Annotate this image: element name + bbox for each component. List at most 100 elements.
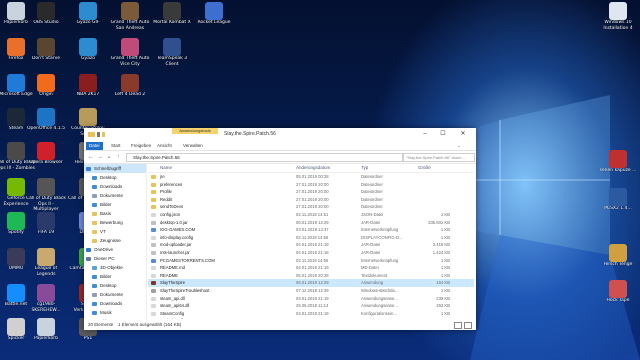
forward-arrow-icon[interactable]: → (96, 153, 104, 161)
nav-item[interactable]: Zeugnisse (84, 236, 146, 245)
desktop-shortcut[interactable]: Papierkorb (26, 318, 66, 352)
shortcut-label: Hirsch Tenge (603, 262, 633, 267)
large-icons-view-icon[interactable] (464, 322, 472, 329)
back-arrow-icon[interactable]: ← (87, 153, 95, 161)
file-icon (151, 273, 156, 278)
close-button[interactable]: ✕ (456, 130, 470, 139)
column-date[interactable]: Änderungsdatum (296, 164, 330, 172)
file-row[interactable]: config.json 02.11.2018 14:51 JSON-Datei 1 K… (148, 211, 474, 219)
tab-ansicht[interactable]: Ansicht (154, 142, 175, 150)
nav-item[interactable]: Downloads (84, 299, 146, 308)
nav-item[interactable]: Musik (84, 308, 146, 317)
nav-item[interactable]: Basis (84, 209, 146, 218)
quick-access-toolbar[interactable] (88, 131, 108, 138)
nav-item[interactable]: Dieser PC (84, 254, 146, 263)
desktop-shortcut[interactable]: Grand Theft Auto Vice City (110, 38, 150, 72)
file-row[interactable]: desktop-1.0.jar 06.01.2019 12:29 JAR-Datei… (148, 219, 474, 227)
desktop-shortcut[interactable]: OBS Studio (26, 2, 66, 36)
desktop-shortcut[interactable]: Mortal Kombat X (152, 2, 192, 36)
desktop-shortcut[interactable]: Hirsch Tenge (598, 244, 638, 278)
desktop-shortcut[interactable]: PCSX2 1.4... (598, 188, 638, 222)
desktop-shortcut[interactable]: Rocket League (194, 2, 234, 36)
nav-item[interactable]: Dokumente (84, 191, 146, 200)
column-headers: Name Änderungsdatum Typ Größe (148, 164, 474, 173)
ribbon-expand-icon[interactable]: ⌄ (454, 142, 464, 150)
nav-item[interactable]: OneDrive (84, 245, 146, 254)
nav-item[interactable]: Bilder (84, 200, 146, 209)
nav-item[interactable]: Schnellzugriff (84, 164, 146, 173)
desktop-shortcut[interactable]: OpenOffice 4.1.5 (26, 108, 66, 142)
file-size: 1 KB (441, 317, 450, 319)
details-view-icon[interactable] (454, 322, 462, 329)
file-row[interactable]: Reddit 27.01.2019 20:00 Dateiordner (148, 196, 474, 204)
file-row[interactable]: IGG-GAMES.COM 03.01.2019 14:37 Internetver… (148, 226, 474, 234)
desktop-shortcut[interactable]: FIFA 19 (26, 212, 66, 246)
shortcut-label: League of Legends (34, 266, 58, 277)
file-row[interactable]: steam_api.dll 04.01.2019 21:19 Anwendungse… (148, 295, 474, 303)
desktop-shortcut[interactable]: senen kapuze ... (598, 150, 638, 184)
desktop-shortcut[interactable]: Windows 10 Installation 4 (598, 2, 638, 36)
nav-item[interactable]: 3D-Objekte (84, 263, 146, 272)
up-arrow-icon[interactable]: ↑ (114, 153, 122, 161)
nav-item[interactable]: Bilder (84, 272, 146, 281)
file-size: 3.416 KB (432, 242, 450, 248)
desktop-shortcut[interactable]: cg1980-SKEREHEW... (26, 284, 66, 318)
nav-item[interactable]: Downloads (84, 182, 146, 191)
file-row[interactable]: SlayTheSpire 06.01.2019 12:29 Anwendung 164… (148, 279, 474, 287)
nav-item[interactable]: Dokumente (84, 290, 146, 299)
file-row[interactable]: PCGAMESTORRENTS.COM 02.11.2018 14:55 Inter… (148, 257, 474, 265)
recent-locations-icon[interactable]: ⌄ (105, 153, 113, 161)
desktop-shortcut[interactable]: Gyazo (68, 38, 108, 72)
desktop-shortcut[interactable]: Gyazo GIF (68, 2, 108, 36)
file-type: Dateiordner (361, 181, 383, 187)
column-size[interactable]: Größe (418, 164, 431, 172)
file-type: DISPLAYCONFIG-D... (361, 234, 403, 240)
file-row[interactable]: Profile 27.01.2019 20:00 Dateiordner (148, 188, 474, 196)
nav-item[interactable]: Desktop (84, 281, 146, 290)
maximize-button[interactable]: ☐ (436, 130, 450, 139)
file-size: 1 KB (440, 257, 450, 263)
desktop-shortcut[interactable]: TeamSpeak 3 Client (152, 38, 192, 72)
file-row[interactable]: README.md 04.01.2019 21:19 MD-Datei 1 KB (148, 264, 474, 272)
context-tab-app-tools[interactable]: Anwendungstools (172, 128, 218, 134)
file-icon (151, 296, 156, 301)
nav-item[interactable]: Bewerbung (84, 218, 146, 227)
desktop-shortcut[interactable]: Hock Tape (598, 280, 638, 314)
desktop-shortcut[interactable]: Origin (26, 74, 66, 108)
column-type[interactable]: Typ (361, 164, 368, 172)
file-row[interactable]: info-display.config 02.11.2018 14:55 DISPL… (148, 234, 474, 242)
window-titlebar[interactable]: Anwendungstools Slay.the.Spire.Patch.56 … (84, 128, 476, 142)
file-row[interactable]: mts-launcher.jar 04.01.2019 21:18 JAR-Date… (148, 249, 474, 257)
file-row[interactable]: preferences 27.01.2019 20:00 Dateiordner (148, 181, 474, 189)
file-row[interactable]: textlockconfig 05.01.2019 21:19 Textdokume… (148, 317, 474, 319)
desktop-shortcut[interactable]: Call of Duty Black Ops II - Multiplayer (26, 178, 66, 212)
tab-freigeben[interactable]: Freigeben (128, 142, 154, 150)
nav-item[interactable]: Desktop (84, 173, 146, 182)
minimize-button[interactable]: – (418, 130, 432, 139)
file-row[interactable]: jre 05.01.2019 00:28 Dateiordner (148, 173, 474, 181)
file-row[interactable]: mod-uploader.jar 04.01.2019 21:19 JAR-Date… (148, 241, 474, 249)
desktop-shortcut[interactable]: Don't Starve (26, 38, 66, 72)
address-bar-row: ← → ⌄ ↑ Slay.the.Spire.Patch.56 "Slay.th… (84, 151, 476, 164)
file-type: JAR-Datei (361, 249, 381, 255)
tab-datei[interactable]: Datei (86, 142, 103, 150)
desktop-shortcut[interactable]: Left 4 Dead 2 (110, 74, 150, 108)
file-row[interactable]: steam_api64.dll 26.06.2018 11:14 Anwendung… (148, 302, 474, 310)
file-row[interactable]: README 05.01.2019 20:28 Textdokument 1 KB (148, 272, 474, 280)
file-icon (151, 281, 156, 286)
file-type: Windows-Batchda... (361, 287, 399, 293)
address-field[interactable]: Slay.the.Spire.Patch.56 (126, 153, 404, 162)
nav-item[interactable]: VT (84, 227, 146, 236)
tab-verwalten[interactable]: Verwalten (180, 142, 206, 150)
desktop-shortcut[interactable]: Opera Browser (26, 142, 66, 176)
file-row[interactable]: sendToDevs 27.01.2019 20:00 Dateiordner (148, 203, 474, 211)
file-row[interactable]: SteamConfig 04.01.2019 21:19 Konfiguration… (148, 310, 474, 318)
file-row[interactable]: SlayTheSpireTroubleshoot 07.12.2018 12:39… (148, 287, 474, 295)
column-name[interactable]: Name (160, 164, 172, 172)
desktop-shortcut[interactable]: League of Legends (26, 248, 66, 282)
desktop-shortcut[interactable]: Grand Theft Auto San Andreas (110, 2, 150, 36)
desktop-shortcut[interactable]: NBA 2K17 (68, 74, 108, 108)
nav-item-label: OneDrive (94, 247, 114, 252)
search-input[interactable]: "Slay.the.Spire.Patch.56" durch... (402, 153, 475, 162)
tab-start[interactable]: Start (108, 142, 124, 150)
